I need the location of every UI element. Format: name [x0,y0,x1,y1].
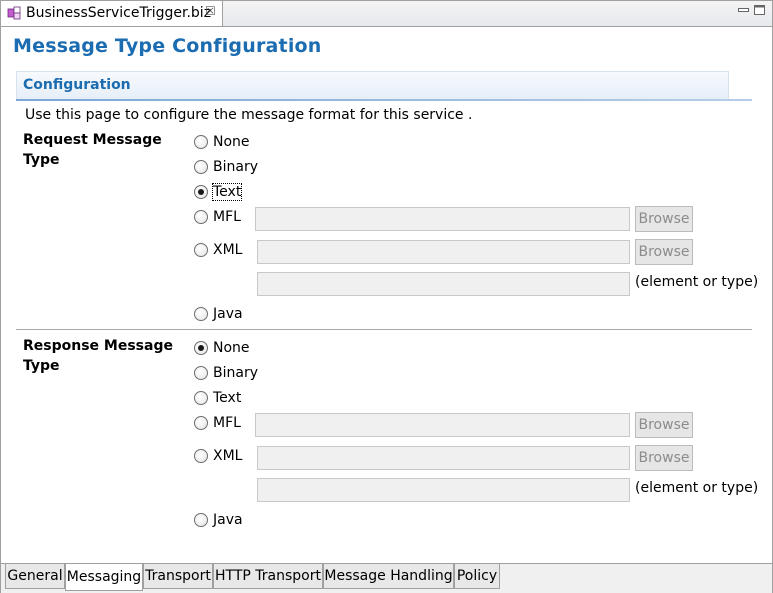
radio-circle [194,160,208,174]
response-radio-mfl[interactable]: MFL [194,413,241,433]
business-service-icon [7,6,21,20]
radio-label: XML [213,448,243,464]
request-radio-binary[interactable]: Binary [194,157,258,177]
response-mfl-field[interactable] [255,413,630,437]
group-divider [16,329,752,330]
radio-label: MFL [213,415,241,431]
radio-circle [194,185,208,199]
radio-circle [194,210,208,224]
tab-message-handling[interactable]: Message Handling [323,564,454,589]
tab-policy[interactable]: Policy [454,564,500,589]
radio-circle [194,416,208,430]
editor-frame: BusinessServiceTrigger.biz ☒ Message Typ… [0,0,773,593]
request-xml-browse-button[interactable]: Browse [635,239,693,265]
radio-label: Java [213,306,243,322]
section-underline [16,99,752,101]
tab-http-transport[interactable]: HTTP Transport [213,564,323,589]
radio-label: Binary [213,365,258,381]
request-radio-none[interactable]: None [194,132,250,152]
radio-circle [194,341,208,355]
response-element-or-type-hint: (element or type) [635,480,759,496]
page-tab-bar: General Messaging Transport HTTP Transpo… [1,563,772,593]
maximize-icon[interactable] [754,5,765,15]
radio-label: None [213,134,250,150]
radio-circle [194,513,208,527]
response-mfl-browse-button[interactable]: Browse [635,412,693,438]
request-mfl-field[interactable] [255,207,630,231]
tab-general[interactable]: General [5,564,65,589]
response-radio-none[interactable]: None [194,338,250,358]
radio-label: Binary [213,159,258,175]
request-radio-mfl[interactable]: MFL [194,207,241,227]
response-radio-xml[interactable]: XML [194,446,242,466]
response-radio-text[interactable]: Text [194,388,241,408]
radio-label: Text [211,183,243,201]
configuration-section-header: Configuration [16,71,729,99]
response-message-type-label: Response Message Type [23,338,173,374]
request-xml-field[interactable] [257,240,630,264]
section-description: Use this page to configure the message f… [25,107,473,123]
editor-tab-business-service[interactable]: BusinessServiceTrigger.biz ☒ [1,1,223,26]
radio-label: Java [213,512,243,528]
request-radio-java[interactable]: Java [194,304,243,324]
request-mfl-browse-button[interactable]: Browse [635,206,693,232]
response-radio-binary[interactable]: Binary [194,363,258,383]
request-element-or-type-hint: (element or type) [635,274,759,290]
tab-transport[interactable]: Transport [143,564,213,589]
radio-label: Text [213,390,242,406]
request-radio-xml[interactable]: XML [194,240,242,260]
radio-circle [194,366,208,380]
editor-tab-title: BusinessServiceTrigger.biz [26,5,212,21]
response-xml-field[interactable] [257,446,630,470]
radio-circle [194,307,208,321]
close-tab-icon[interactable]: ☒ [205,4,216,18]
response-radio-java[interactable]: Java [194,510,243,530]
minimize-icon[interactable] [738,5,749,15]
request-message-type-label: Request Message Type [23,132,162,168]
response-xml-browse-button[interactable]: Browse [635,445,693,471]
radio-label: MFL [213,209,241,225]
page-title: Message Type Configuration [13,35,322,57]
radio-circle [194,243,208,257]
section-title: Configuration [23,77,131,93]
request-radio-text[interactable]: Text [194,182,243,202]
radio-label: XML [213,242,243,258]
radio-circle [194,135,208,149]
tab-messaging[interactable]: Messaging [65,564,143,591]
radio-label: None [213,340,250,356]
radio-circle [194,449,208,463]
editor-tabstrip: BusinessServiceTrigger.biz ☒ [1,1,772,27]
request-xml-element-field[interactable] [257,272,630,296]
radio-circle [194,391,208,405]
response-xml-element-field[interactable] [257,478,630,502]
